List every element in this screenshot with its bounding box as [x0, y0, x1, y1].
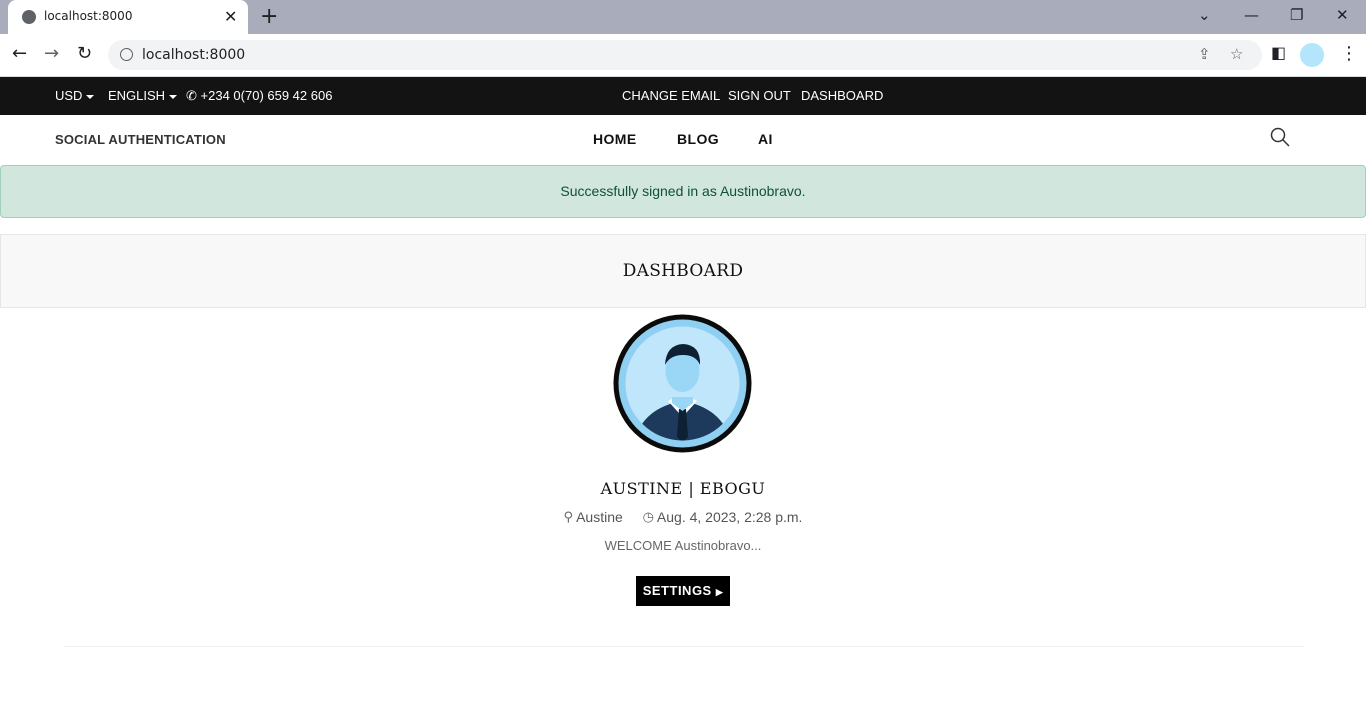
post-date: Aug. 4, 2023, 2:28 p.m.: [656, 509, 803, 526]
globe-icon: [22, 10, 36, 24]
nav-home[interactable]: HOME: [593, 131, 637, 147]
dashboard-link[interactable]: DASHBOARD: [801, 88, 883, 103]
settings-button[interactable]: SETTINGS ▶: [636, 576, 730, 606]
success-alert: Successfully signed in as Austinobravo.: [0, 165, 1366, 218]
phone-icon: ✆: [186, 89, 197, 104]
page-title: DASHBOARD: [622, 261, 744, 281]
tab-list-icon[interactable]: ⌄: [1198, 6, 1211, 24]
address-bar[interactable]: localhost:8000 ⇪ ☆: [108, 40, 1262, 70]
profile-name: AUSTINE | EBOGU: [600, 479, 766, 498]
sign-out-link[interactable]: SIGN OUT: [728, 88, 791, 103]
settings-label: SETTINGS: [642, 583, 712, 598]
site-header: SOCIAL AUTHENTICATION HOME BLOG AI: [0, 115, 1366, 165]
site-info-icon[interactable]: [120, 48, 133, 61]
currency-dropdown[interactable]: USD: [55, 88, 95, 103]
tab-close-icon[interactable]: ✕: [224, 7, 237, 26]
brand-logo[interactable]: SOCIAL AUTHENTICATION: [55, 132, 226, 147]
reload-icon[interactable]: ↻: [77, 43, 92, 64]
restore-icon[interactable]: ❐: [1290, 6, 1303, 24]
divider: [64, 646, 1304, 647]
site-topbar: USD ENGLISH ✆ +234 0(70) 659 42 606 CHAN…: [0, 77, 1366, 115]
side-panel-icon[interactable]: ◧: [1271, 43, 1286, 62]
search-icon[interactable]: [1270, 127, 1290, 147]
star-icon[interactable]: ☆: [1230, 45, 1243, 63]
profile-avatar-icon[interactable]: [1300, 43, 1324, 67]
user-avatar: [613, 314, 752, 453]
forward-icon[interactable]: →: [44, 43, 59, 64]
author-name: Austine: [576, 509, 623, 526]
page-title-bar: DASHBOARD: [0, 234, 1366, 308]
share-icon[interactable]: ⇪: [1198, 45, 1211, 63]
tab-title: localhost:8000: [44, 9, 133, 23]
caret-down-icon: [169, 94, 178, 99]
new-tab-icon[interactable]: +: [260, 4, 278, 29]
welcome-text: WELCOME Austinobravo...: [604, 538, 762, 553]
user-icon: ⚲: [563, 509, 574, 525]
nav-blog[interactable]: BLOG: [677, 131, 719, 147]
phone-contact[interactable]: ✆ +234 0(70) 659 42 606: [186, 88, 332, 104]
minimize-icon[interactable]: —: [1244, 6, 1259, 24]
back-icon[interactable]: ←: [12, 43, 27, 64]
browser-tab[interactable]: localhost:8000 ✕: [8, 0, 248, 34]
caret-down-icon: [86, 94, 95, 99]
post-meta: ⚲ Austine ◷ Aug. 4, 2023, 2:28 p.m.: [0, 508, 1366, 525]
caret-right-icon: ▶: [715, 587, 724, 597]
clock-icon: ◷: [642, 509, 654, 525]
alert-message: Successfully signed in as Austinobravo.: [560, 183, 806, 199]
phone-number: +234 0(70) 659 42 606: [200, 88, 333, 103]
browser-toolbar: ← → ↻ localhost:8000 ⇪ ☆ ◧ ⋮: [0, 34, 1366, 77]
url-text[interactable]: localhost:8000: [142, 47, 245, 63]
browser-tabstrip: localhost:8000 ✕ + ⌄ — ❐ ✕: [0, 0, 1366, 34]
language-dropdown[interactable]: ENGLISH: [108, 88, 178, 103]
nav-ai[interactable]: AI: [758, 131, 773, 147]
change-email-link[interactable]: CHANGE EMAIL: [622, 88, 720, 103]
window-close-icon[interactable]: ✕: [1336, 6, 1349, 24]
menu-icon[interactable]: ⋮: [1340, 43, 1358, 64]
